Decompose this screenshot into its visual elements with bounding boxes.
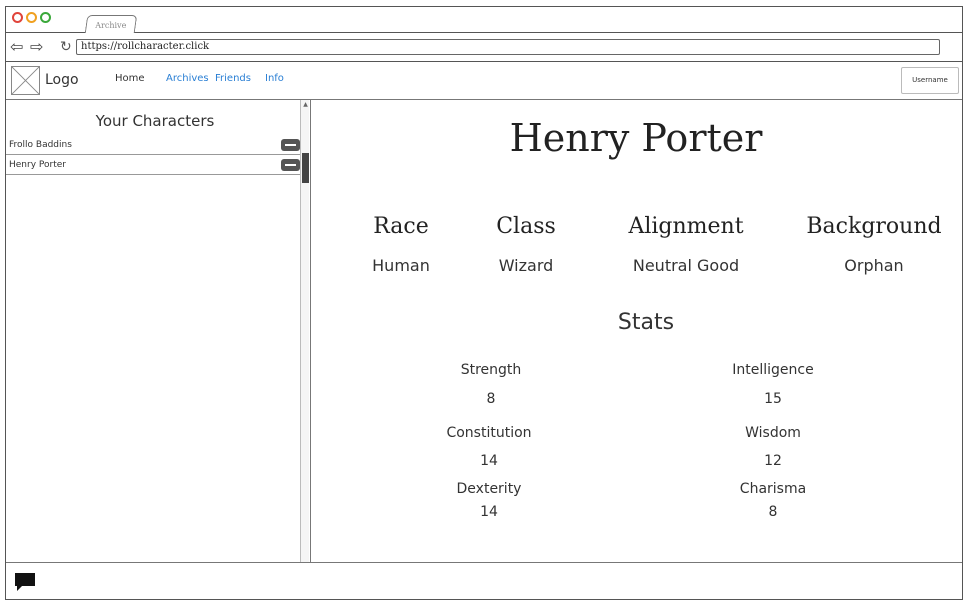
constitution-value: 14: [480, 453, 498, 469]
character-list-item[interactable]: Henry Porter: [6, 155, 302, 175]
scroll-up-icon[interactable]: ▲: [301, 100, 310, 109]
app-header: Logo Home Archives Friends Info Username: [6, 62, 962, 100]
strength-label: Strength: [460, 362, 522, 378]
footer: [6, 562, 962, 599]
forward-arrow-icon[interactable]: ⇨: [30, 39, 43, 55]
maximize-window-button[interactable]: [40, 12, 51, 23]
alignment-label: Alignment: [628, 214, 744, 239]
class-value: Wizard: [498, 256, 554, 275]
character-title: Henry Porter: [509, 116, 763, 160]
wisdom-value: 12: [764, 453, 782, 469]
reload-icon[interactable]: ↻: [60, 40, 72, 54]
character-name: Henry Porter: [9, 160, 66, 170]
nav-info[interactable]: Info: [265, 73, 284, 84]
background-value: Orphan: [844, 256, 904, 275]
constitution-label: Constitution: [446, 425, 532, 441]
username-button[interactable]: Username: [901, 67, 959, 94]
nav-home[interactable]: Home: [115, 73, 145, 84]
address-bar: ⇦ ⇨ ↻ https://rollcharacter.click: [6, 33, 962, 62]
nav-archives[interactable]: Archives: [166, 73, 209, 84]
intelligence-label: Intelligence: [732, 362, 814, 378]
charisma-label: Charisma: [739, 481, 807, 497]
logo-placeholder-icon[interactable]: [11, 66, 40, 95]
character-options-button[interactable]: [281, 139, 300, 151]
nav-friends[interactable]: Friends: [215, 73, 251, 84]
character-sheet: Henry Porter Race Human Class Wizard Ali…: [311, 100, 961, 562]
charisma-value: 8: [768, 504, 778, 520]
race-label: Race: [373, 214, 429, 239]
back-arrow-icon[interactable]: ⇦: [10, 39, 23, 55]
strength-value: 8: [486, 391, 496, 407]
chat-bubble-icon[interactable]: [14, 572, 36, 592]
minimize-window-button[interactable]: [26, 12, 37, 23]
character-name: Frollo Baddins: [9, 140, 72, 150]
alignment-value: Neutral Good: [632, 256, 740, 275]
sidebar-scrollbar[interactable]: ▲: [300, 100, 309, 562]
browser-tab-label: Archive: [95, 21, 127, 30]
character-list-item[interactable]: Frollo Baddins: [6, 135, 302, 155]
url-field[interactable]: https://rollcharacter.click: [76, 39, 940, 55]
intelligence-value: 15: [764, 391, 782, 407]
logo-text[interactable]: Logo: [45, 72, 79, 88]
race-value: Human: [372, 256, 430, 275]
wisdom-label: Wisdom: [745, 425, 801, 441]
stats-title: Stats: [617, 310, 675, 335]
sidebar: Your Characters Frollo Baddins Henry Por…: [6, 100, 311, 562]
close-window-button[interactable]: [12, 12, 23, 23]
dexterity-label: Dexterity: [456, 481, 522, 497]
title-bar: Archive: [6, 7, 962, 33]
dexterity-value: 14: [480, 504, 498, 520]
scroll-thumb[interactable]: [302, 153, 309, 183]
character-options-button[interactable]: [281, 159, 300, 171]
browser-window: Archive ⇦ ⇨ ↻ https://rollcharacter.clic…: [5, 6, 963, 600]
browser-tab[interactable]: Archive: [84, 15, 138, 33]
background-label: Background: [806, 214, 942, 239]
class-label: Class: [496, 214, 556, 239]
sidebar-title: Your Characters: [95, 112, 215, 130]
